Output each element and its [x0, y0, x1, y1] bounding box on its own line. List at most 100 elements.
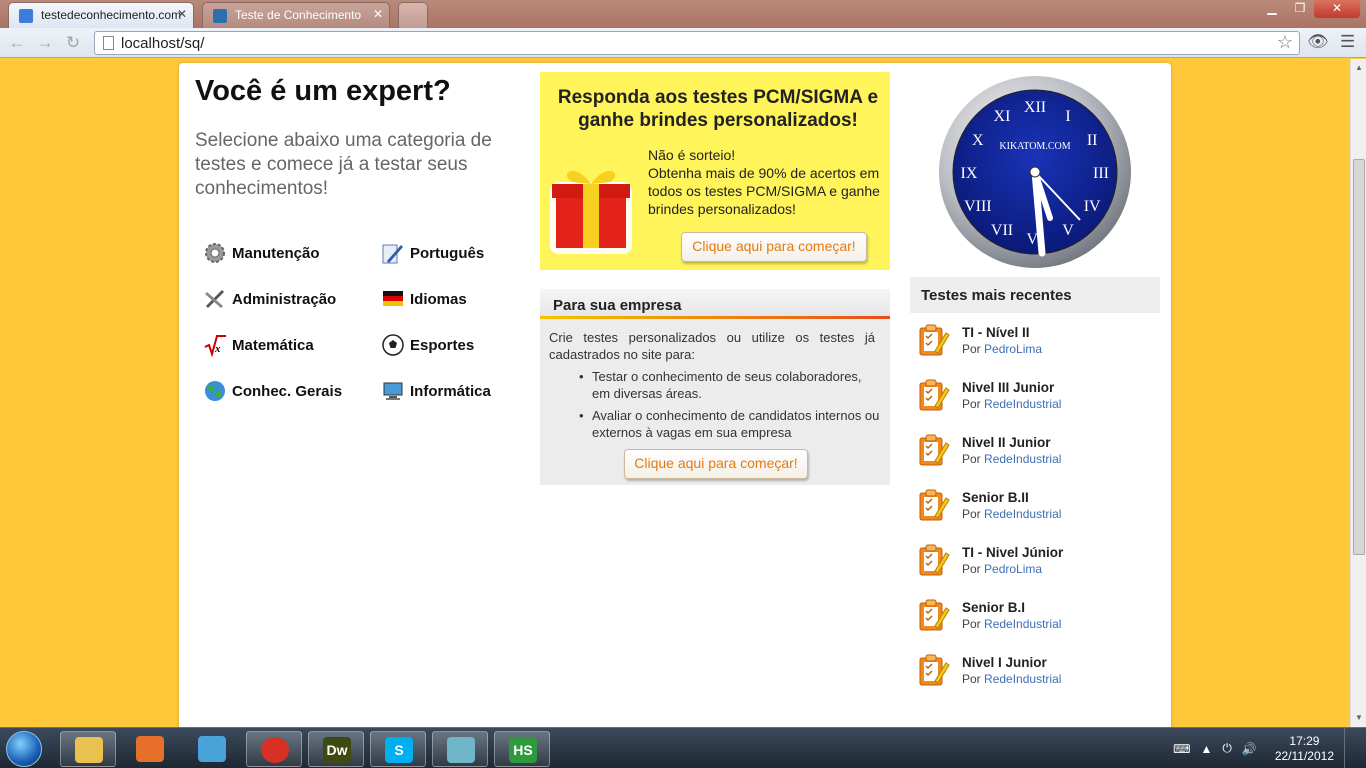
clock-numeral: IX [961, 165, 978, 182]
by-label: Por [962, 452, 981, 466]
checklist-pencil-icon [918, 543, 950, 577]
hotspot-icon: HS [509, 737, 537, 763]
recent-test-item[interactable]: Senior B.II Por RedeIndustrial [918, 488, 1148, 528]
gear-icon [203, 241, 227, 265]
close-tab-icon[interactable]: ✕ [177, 7, 187, 21]
tray-clock[interactable]: 17:29 22/11/2012 [1275, 734, 1334, 764]
checklist-pencil-icon [918, 433, 950, 467]
recent-test-title[interactable]: Nivel III Junior [962, 380, 1054, 395]
recent-test-item[interactable]: Nivel III Junior Por RedeIndustrial [918, 378, 1148, 418]
recent-test-item[interactable]: TI - Nível II Por PedroLima [918, 323, 1148, 363]
category-portugues[interactable]: Português [381, 241, 484, 265]
author-link[interactable]: RedeIndustrial [984, 452, 1061, 466]
category-conhec-gerais[interactable]: Conhec. Gerais [203, 379, 342, 403]
globe-icon [203, 379, 227, 403]
tab-label: Teste de Conhecimento [235, 8, 362, 22]
tab-teste-de-conhecimento[interactable]: Teste de Conhecimento ✕ [202, 2, 390, 28]
author-link[interactable]: RedeIndustrial [984, 672, 1061, 686]
taskbar-app-hotspot[interactable]: HS [494, 731, 550, 767]
page-icon [103, 36, 114, 50]
author-link[interactable]: PedroLima [984, 342, 1042, 356]
tray-date: 22/11/2012 [1274, 748, 1334, 763]
business-start-button[interactable]: Clique aqui para começar! [624, 449, 808, 479]
category-matematica[interactable]: x Matemática [203, 333, 314, 358]
by-label: Por [962, 397, 981, 411]
document-favicon-icon [19, 9, 33, 23]
bookmark-star-icon[interactable]: ☆ [1277, 32, 1293, 53]
taskbar-app-messenger[interactable] [184, 731, 240, 767]
vertical-scrollbar[interactable]: ▲ ▼ [1350, 59, 1366, 727]
volume-icon[interactable]: 🔊 [1242, 742, 1257, 756]
start-button-icon[interactable] [6, 731, 42, 767]
windows-taskbar: Dw S HS ⌨ ▲ ⏻ 🔊 17:29 22/11/2012 [0, 727, 1366, 768]
power-icon[interactable]: ⏻ [1222, 741, 1232, 756]
system-tray: ⌨ ▲ ⏻ 🔊 17:29 22/11/2012 [1173, 728, 1356, 768]
category-label: Idiomas [410, 290, 467, 308]
recent-test-item[interactable]: Nivel II Junior Por RedeIndustrial [918, 433, 1148, 473]
close-window-icon[interactable]: ✕ [1314, 0, 1360, 18]
pen-icon [381, 241, 405, 265]
flag-icon [381, 287, 405, 311]
category-idiomas[interactable]: Idiomas [381, 287, 467, 311]
forward-arrow-icon[interactable]: → [34, 33, 56, 53]
recent-tests-header: Testes mais recentes [910, 277, 1160, 313]
taskbar-app-media-player[interactable] [122, 731, 178, 767]
recent-test-title[interactable]: TI - Nivel Júnior [962, 545, 1063, 560]
square-root-icon: x [203, 333, 227, 358]
show-desktop-button[interactable] [1344, 728, 1356, 768]
recent-test-title[interactable]: Nivel I Junior [962, 655, 1047, 670]
checklist-pencil-icon [918, 653, 950, 687]
category-label: Conhec. Gerais [232, 382, 343, 400]
clock-numeral: VIII [964, 198, 992, 215]
back-arrow-icon[interactable]: ← [6, 33, 28, 53]
by-label: Por [962, 672, 981, 686]
notes-icon [447, 737, 475, 763]
scrollbar-thumb[interactable] [1353, 159, 1365, 555]
tab-testedeconhecimento[interactable]: testedeconhecimento.com ✕ [8, 2, 194, 28]
page-viewport: Você é um expert? Selecione abaixo uma c… [0, 59, 1350, 727]
category-informatica[interactable]: Informática [381, 379, 491, 403]
category-esportes[interactable]: Esportes [381, 333, 474, 357]
recent-test-item[interactable]: Senior B.I Por RedeIndustrial [918, 598, 1148, 638]
scroll-down-icon[interactable]: ▼ [1355, 713, 1363, 722]
browser-toolbar: ← → ↻ localhost/sq/ ☆ 👁 ☰ [0, 28, 1366, 58]
recent-test-title[interactable]: Senior B.I [962, 600, 1025, 615]
promo-start-button[interactable]: Clique aqui para começar! [681, 232, 867, 262]
recent-test-title[interactable]: Nivel II Junior [962, 435, 1051, 450]
taskbar-app-explorer[interactable] [60, 731, 116, 767]
author-link[interactable]: RedeIndustrial [984, 617, 1061, 631]
taskbar-app-dreamweaver[interactable]: Dw [308, 731, 364, 767]
maximize-icon[interactable]: ❐ [1286, 0, 1314, 18]
by-label: Por [962, 562, 981, 576]
minimize-icon[interactable]: ▁ [1258, 0, 1286, 18]
extension-eye-icon[interactable]: 👁 [1307, 32, 1329, 52]
scroll-up-icon[interactable]: ▲ [1355, 63, 1363, 72]
business-box: Para sua empresa Crie testes personaliza… [540, 289, 890, 485]
address-bar[interactable]: localhost/sq/ ☆ [94, 31, 1300, 55]
show-hidden-icons-icon[interactable]: ▲ [1200, 742, 1212, 756]
keyboard-icon[interactable]: ⌨ [1173, 742, 1190, 756]
clock-numeral: II [1087, 132, 1098, 149]
category-manutencao[interactable]: Manutenção [203, 241, 320, 265]
svg-text:x: x [214, 343, 221, 355]
clock-widget[interactable]: KIKATOM.COM XII I II III IV V VI VII VIII IX X XI [938, 75, 1132, 269]
close-tab-icon[interactable]: ✕ [373, 7, 383, 21]
taskbar-app-notes[interactable] [432, 731, 488, 767]
menu-wrench-icon[interactable]: ☰ [1340, 32, 1355, 52]
recent-test-title[interactable]: Senior B.II [962, 490, 1029, 505]
recent-test-item[interactable]: TI - Nivel Júnior Por PedroLima [918, 543, 1148, 583]
new-tab-button[interactable] [398, 2, 428, 28]
taskbar-app-chrome[interactable] [246, 731, 302, 767]
url-text: localhost/sq/ [121, 35, 205, 52]
category-administracao[interactable]: Administração [203, 287, 336, 311]
clock-brand: KIKATOM.COM [999, 141, 1070, 152]
reload-icon[interactable]: ↻ [62, 33, 84, 53]
by-label: Por [962, 507, 981, 521]
recent-test-item[interactable]: Nivel I Junior Por RedeIndustrial [918, 653, 1148, 693]
author-link[interactable]: PedroLima [984, 562, 1042, 576]
author-link[interactable]: RedeIndustrial [984, 397, 1061, 411]
taskbar-app-skype[interactable]: S [370, 731, 426, 767]
author-link[interactable]: RedeIndustrial [984, 507, 1061, 521]
recent-test-title[interactable]: TI - Nível II [962, 325, 1030, 340]
business-header: Para sua empresa [540, 289, 890, 319]
